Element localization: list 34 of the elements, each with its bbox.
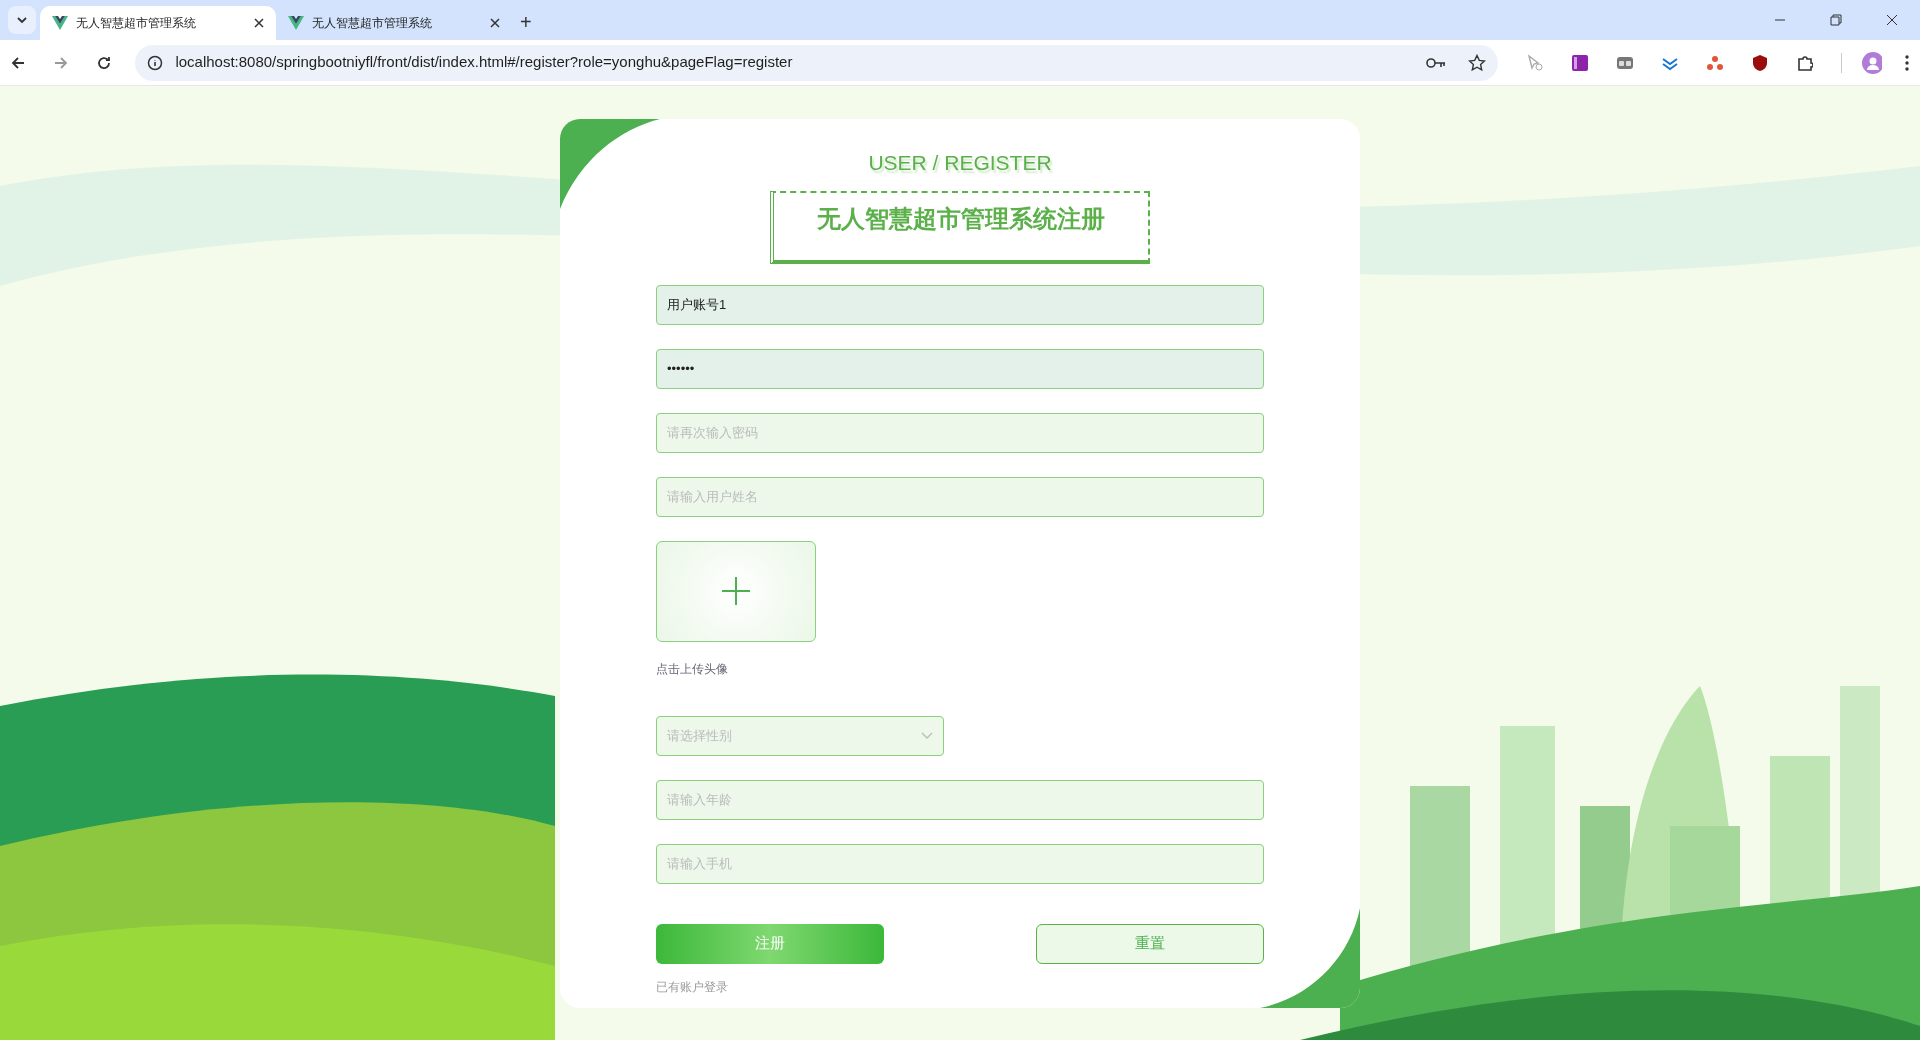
form-title: 无人智慧超市管理系统注册 — [770, 190, 1150, 264]
close-icon[interactable] — [254, 18, 264, 28]
extension-icon[interactable] — [1570, 53, 1588, 72]
input-field[interactable]: •••••• — [656, 348, 1264, 389]
browser-tab[interactable]: 无人智慧超市管理系统 — [40, 6, 276, 40]
browser-tab[interactable]: 无人智慧超市管理系统 — [276, 6, 512, 40]
extension-icon[interactable] — [1705, 53, 1723, 72]
input-field[interactable]: 用户账号1 — [656, 284, 1264, 325]
chevron-down-icon — [921, 731, 933, 740]
form-heading: USER / REGISTER — [868, 150, 1052, 176]
restore-icon[interactable] — [1830, 14, 1842, 26]
star-icon[interactable] — [1467, 53, 1486, 72]
info-icon — [147, 54, 164, 71]
puzzle-icon[interactable] — [1795, 53, 1813, 72]
vue-logo-icon — [288, 16, 304, 30]
chevron-down-icon — [16, 16, 28, 24]
tab-list-button[interactable] — [8, 6, 36, 34]
tab-title: 无人智慧超市管理系统 — [312, 15, 432, 32]
menu-icon[interactable] — [1904, 53, 1911, 72]
key-icon[interactable] — [1425, 55, 1446, 70]
plus-icon — [722, 577, 750, 605]
shield-icon[interactable] — [1750, 53, 1768, 72]
new-tab-button[interactable]: + — [520, 12, 532, 32]
address-bar[interactable]: localhost:8080/springbootniyfl/front/dist/index.html#/register?role=yonghu&pageFlag=register — [135, 44, 1498, 81]
back-icon[interactable] — [10, 54, 26, 71]
forward-icon[interactable] — [53, 54, 69, 71]
close-icon[interactable] — [490, 18, 500, 28]
close-icon[interactable] — [1886, 14, 1898, 26]
tab-title: 无人智慧超市管理系统 — [76, 15, 196, 32]
upload-caption: 点击上传头像 — [656, 660, 728, 678]
profile-avatar-icon[interactable] — [1861, 51, 1883, 74]
vue-logo-icon — [52, 16, 68, 30]
url-text: localhost:8080/springbootniyfl/front/dist/index.html#/register?role=yonghu&pageFlag=register — [175, 52, 793, 73]
reload-icon[interactable] — [96, 54, 112, 71]
